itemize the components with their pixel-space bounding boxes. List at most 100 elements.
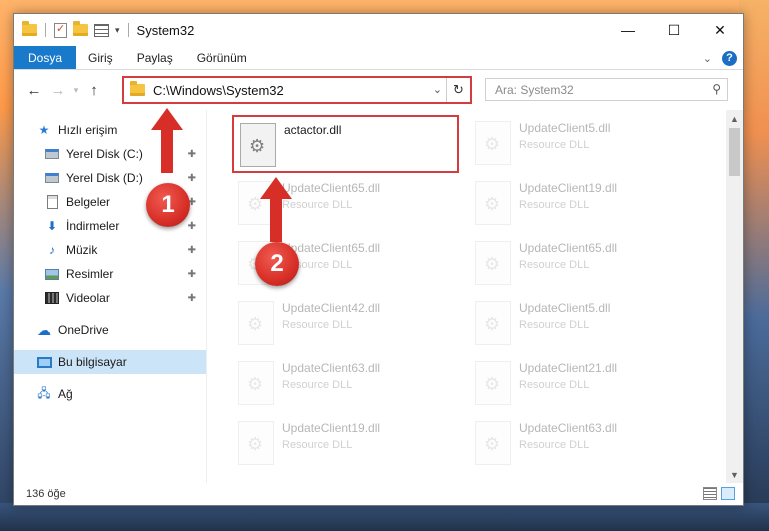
- annotation-step-2: 2: [255, 242, 299, 286]
- quick-access-toolbar: ▾: [14, 21, 131, 38]
- file-name: UpdateClient19.dll: [519, 181, 618, 195]
- file-item[interactable]: ⚙ UpdateClient42.dll Resource DLL: [232, 295, 452, 355]
- file-name: UpdateClient65.dll: [282, 181, 381, 195]
- large-icons-view-icon[interactable]: [721, 487, 735, 500]
- back-button[interactable]: ←: [22, 82, 46, 99]
- forward-button[interactable]: →: [46, 82, 70, 99]
- file-item[interactable]: ⚙ UpdateClient63.dll Resource DLL: [232, 355, 452, 415]
- file-item[interactable]: ⚙ UpdateClient5.dll Resource DLL: [469, 115, 689, 175]
- disk-icon: [44, 171, 60, 185]
- help-icon[interactable]: ?: [722, 50, 737, 66]
- scroll-down-icon[interactable]: ▼: [726, 466, 743, 483]
- explorer-window: ▾ System32 — ☐ ✕ Dosya Giriş Paylaş Görü…: [13, 13, 744, 506]
- file-name: UpdateClient5.dll: [519, 121, 611, 135]
- sidebar-item-label: Yerel Disk (C:): [66, 147, 143, 161]
- dll-file-icon: ⚙: [238, 421, 274, 465]
- sidebar-item-label: Yerel Disk (D:): [66, 171, 143, 185]
- sidebar-item-music[interactable]: ♪ Müzik ✚: [14, 238, 206, 262]
- sidebar-item-local-disk-c[interactable]: Yerel Disk (C:) ✚: [14, 142, 206, 166]
- scroll-thumb[interactable]: [729, 128, 740, 176]
- file-type: Resource DLL: [282, 199, 353, 211]
- sidebar-item-network[interactable]: 🖧 Ağ: [14, 382, 206, 406]
- annotation-arrow-1: [151, 108, 183, 130]
- file-item-actactor[interactable]: ⚙ actactor.dll: [232, 115, 459, 173]
- pin-icon: ✚: [187, 292, 196, 304]
- sidebar-item-label: Hızlı erişim: [58, 123, 118, 137]
- file-item[interactable]: ⚙ UpdateClient65.dll Resource DLL: [469, 235, 689, 295]
- sidebar-item-label: Müzik: [66, 243, 98, 257]
- content-area: ★ Hızlı erişim Yerel Disk (C:) ✚ Yerel D…: [14, 110, 743, 483]
- sidebar-item-label: Belgeler: [66, 195, 111, 209]
- view-icon[interactable]: [94, 23, 109, 37]
- maximize-button[interactable]: ☐: [651, 14, 697, 46]
- file-type: Resource DLL: [519, 259, 590, 271]
- file-name: UpdateClient21.dll: [519, 361, 618, 375]
- navigation-bar: ← → ▾ ↑ C:\Windows\System32 ⌄ ↻ Ara: Sys…: [14, 70, 743, 110]
- properties-icon[interactable]: [54, 22, 67, 38]
- file-type: Resource DLL: [282, 439, 353, 451]
- sidebar-item-pictures[interactable]: Resimler ✚: [14, 262, 206, 286]
- sidebar-item-videos[interactable]: Videolar ✚: [14, 286, 206, 310]
- search-icon[interactable]: ⚲: [712, 82, 721, 96]
- qat-dropdown-icon[interactable]: ▾: [115, 25, 120, 36]
- dll-file-icon: ⚙: [238, 301, 274, 345]
- network-icon: 🖧: [37, 385, 51, 400]
- cloud-icon: ☁: [37, 321, 51, 338]
- recent-locations-icon[interactable]: ▾: [70, 85, 82, 96]
- pin-icon: ✚: [187, 172, 196, 184]
- tab-home[interactable]: Giriş: [76, 46, 125, 69]
- music-icon: ♪: [49, 243, 55, 257]
- sidebar-item-onedrive[interactable]: ☁ OneDrive: [14, 318, 206, 342]
- vertical-scrollbar[interactable]: ▲ ▼: [726, 110, 743, 483]
- tab-file[interactable]: Dosya: [14, 46, 77, 69]
- minimize-button[interactable]: —: [605, 14, 651, 46]
- toolbar-separator: [127, 23, 129, 37]
- pin-icon: ✚: [187, 268, 196, 280]
- sidebar-item-this-pc[interactable]: Bu bilgisayar: [14, 350, 206, 374]
- disk-icon: [44, 147, 60, 161]
- pictures-icon: [44, 267, 60, 281]
- ribbon-tabs: Dosya Giriş Paylaş Görünüm ⌄ ?: [14, 46, 743, 70]
- new-folder-icon[interactable]: [73, 21, 88, 36]
- file-type: Resource DLL: [282, 379, 353, 391]
- search-input[interactable]: Ara: System32: [495, 83, 574, 97]
- up-button[interactable]: ↑: [82, 82, 106, 99]
- file-name: UpdateClient5.dll: [519, 301, 611, 315]
- file-type: Resource DLL: [519, 139, 590, 151]
- status-bar: 136 öğe: [14, 483, 743, 505]
- file-item[interactable]: ⚙ UpdateClient63.dll Resource DLL: [469, 415, 689, 475]
- sidebar-item-label: Videolar: [66, 291, 110, 305]
- file-type: Resource DLL: [519, 319, 590, 331]
- file-item[interactable]: ⚙ UpdateClient21.dll Resource DLL: [469, 355, 689, 415]
- search-box[interactable]: Ara: System32 ⚲: [485, 78, 728, 101]
- window-title: System32: [136, 22, 195, 38]
- annotation-step-1: 1: [146, 183, 190, 227]
- close-button[interactable]: ✕: [697, 14, 743, 46]
- download-icon: ⬇: [46, 219, 58, 233]
- scroll-up-icon[interactable]: ▲: [726, 110, 743, 127]
- file-item[interactable]: ⚙ UpdateClient19.dll Resource DLL: [232, 415, 452, 475]
- file-name: UpdateClient65.dll: [282, 241, 381, 255]
- refresh-button[interactable]: ↻: [446, 78, 470, 102]
- dll-file-icon: ⚙: [240, 123, 276, 167]
- sidebar-item-label: İndirmeler: [66, 219, 120, 233]
- dll-file-icon: ⚙: [475, 121, 511, 165]
- expand-ribbon-icon[interactable]: ⌄: [703, 52, 712, 65]
- tab-share[interactable]: Paylaş: [125, 46, 185, 69]
- folder-icon: [130, 81, 145, 96]
- file-item[interactable]: ⚙ UpdateClient5.dll Resource DLL: [469, 295, 689, 355]
- file-item[interactable]: ⚙ UpdateClient19.dll Resource DLL: [469, 175, 689, 235]
- details-view-icon[interactable]: [703, 487, 717, 500]
- annotation-arrow-2: [260, 177, 292, 199]
- file-name: UpdateClient19.dll: [282, 421, 381, 435]
- file-name: UpdateClient65.dll: [519, 241, 618, 255]
- file-type: Resource DLL: [282, 319, 353, 331]
- tab-view[interactable]: Görünüm: [185, 46, 259, 69]
- address-path[interactable]: C:\Windows\System32: [153, 83, 284, 98]
- video-icon: [44, 291, 60, 305]
- file-name: UpdateClient63.dll: [282, 361, 381, 375]
- address-bar[interactable]: C:\Windows\System32 ⌄ ↻: [122, 76, 472, 104]
- address-dropdown-icon[interactable]: ⌄: [433, 83, 442, 96]
- title-bar: ▾ System32 — ☐ ✕: [14, 14, 743, 46]
- item-count: 136 öğe: [26, 488, 66, 500]
